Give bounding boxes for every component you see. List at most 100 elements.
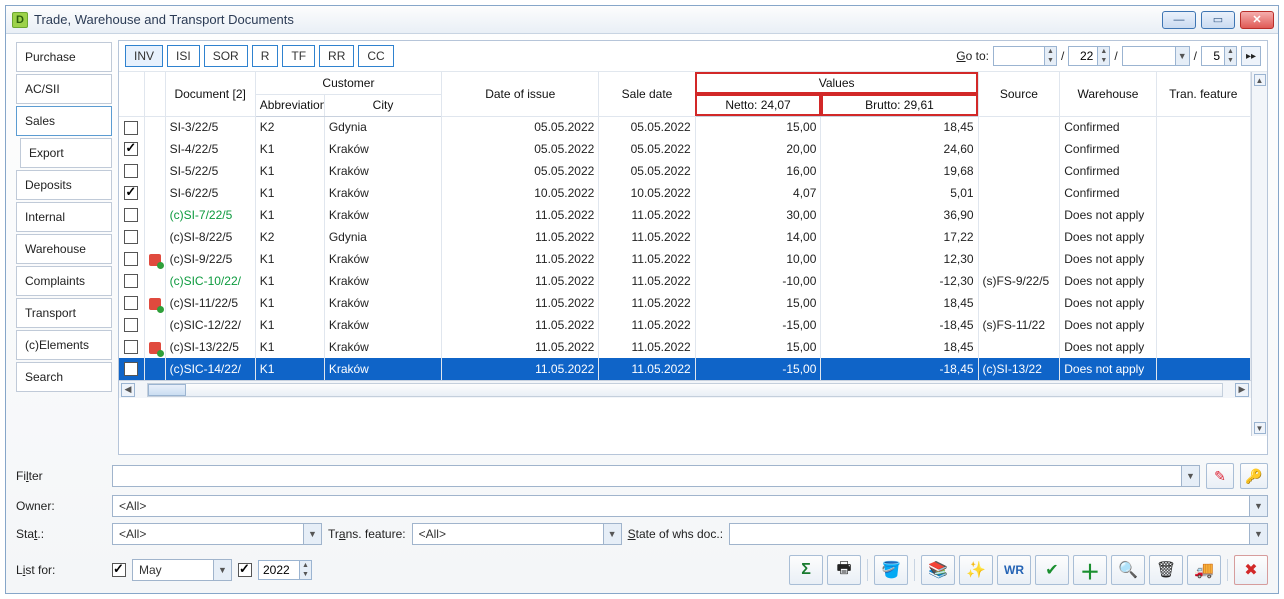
owner-combo[interactable]: <All> ▼ — [112, 495, 1268, 517]
spin-up-icon[interactable]: ▲ — [1044, 47, 1056, 56]
row-checkbox[interactable] — [124, 340, 138, 354]
tab-sales[interactable]: Sales — [16, 106, 112, 136]
filter-key-button[interactable]: 🔑 — [1240, 463, 1268, 489]
cancel-button[interactable]: ✖ — [1234, 555, 1268, 585]
stat-value[interactable]: <All> — [113, 527, 303, 541]
doctab-inv[interactable]: INV — [125, 45, 163, 67]
goto-jump-button[interactable]: ▸▸ — [1241, 46, 1261, 66]
goto-input-4[interactable] — [1202, 47, 1224, 65]
col-tranfeature[interactable]: Tran. feature — [1156, 72, 1250, 116]
row-checkbox[interactable] — [124, 121, 138, 135]
col-document[interactable]: Document [2] — [165, 72, 255, 116]
table-row[interactable]: (c)SI-7/22/5K1Kraków11.05.202211.05.2022… — [119, 204, 1251, 226]
spin-down-icon[interactable]: ▼ — [1044, 56, 1056, 65]
scroll-down-icon[interactable]: ▼ — [1254, 422, 1266, 434]
trans-value[interactable]: <All> — [413, 527, 603, 541]
col-city[interactable]: City — [324, 94, 441, 116]
col-netto[interactable]: Netto: 24,07 — [695, 94, 821, 116]
goto-input-1[interactable] — [994, 47, 1044, 65]
table-row[interactable]: (c)SIC-14/22/K1Kraków11.05.202211.05.202… — [119, 358, 1251, 380]
doctab-tf[interactable]: TF — [282, 45, 315, 67]
state-combo[interactable]: ▼ — [729, 523, 1268, 545]
row-checkbox[interactable] — [124, 362, 138, 376]
spin-down-icon[interactable]: ▼ — [1224, 56, 1236, 65]
filter-edit-button[interactable]: ✎ — [1206, 463, 1234, 489]
owner-value[interactable]: <All> — [113, 499, 1249, 513]
doctab-rr[interactable]: RR — [319, 45, 354, 67]
row-checkbox[interactable] — [124, 142, 138, 156]
stat-combo[interactable]: <All> ▼ — [112, 523, 322, 545]
scroll-thumb[interactable] — [148, 384, 186, 396]
year-input[interactable] — [259, 561, 299, 579]
wand-button[interactable]: ✨ — [959, 555, 993, 585]
goto-spin-1[interactable]: ▲▼ — [993, 46, 1057, 66]
chevron-down-icon[interactable]: ▼ — [1181, 466, 1199, 486]
horizontal-scrollbar[interactable]: ◀ ▶ — [119, 380, 1251, 398]
col-values[interactable]: Values — [695, 72, 978, 94]
document-grid[interactable]: Document [2] Customer Date of issue Sale… — [119, 72, 1267, 454]
year-spin[interactable]: ▲▼ — [258, 560, 312, 580]
tab-warehouse[interactable]: Warehouse — [16, 234, 112, 264]
search-button[interactable]: 🔍 — [1111, 555, 1145, 585]
spin-up-icon[interactable]: ▲ — [1224, 47, 1236, 56]
minimize-button[interactable]: — — [1162, 11, 1196, 29]
col-dateissue[interactable]: Date of issue — [442, 72, 599, 116]
row-checkbox[interactable] — [124, 164, 138, 178]
tab-acsii[interactable]: AC/SII — [16, 74, 112, 104]
goto-combo-input[interactable] — [1123, 47, 1175, 65]
spin-up-icon[interactable]: ▲ — [299, 561, 311, 570]
close-window-button[interactable]: ✕ — [1240, 11, 1274, 29]
row-checkbox[interactable] — [124, 208, 138, 222]
doctab-isi[interactable]: ISI — [167, 45, 200, 67]
scroll-right-icon[interactable]: ▶ — [1235, 383, 1249, 397]
table-row[interactable]: (c)SI-11/22/5K1Kraków11.05.202211.05.202… — [119, 292, 1251, 314]
table-row[interactable]: (c)SIC-12/22/K1Kraków11.05.202211.05.202… — [119, 314, 1251, 336]
doctab-cc[interactable]: CC — [358, 45, 393, 67]
sum-button[interactable]: Σ — [789, 555, 823, 585]
tab-complaints[interactable]: Complaints — [16, 266, 112, 296]
col-customer[interactable]: Customer — [255, 72, 441, 94]
goto-combo[interactable]: ▼ — [1122, 46, 1190, 66]
table-row[interactable]: (c)SIC-10/22/K1Kraków11.05.202211.05.202… — [119, 270, 1251, 292]
spin-up-icon[interactable]: ▲ — [1097, 47, 1109, 56]
doctab-r[interactable]: R — [252, 45, 279, 67]
table-row[interactable]: SI-5/22/5K1Kraków05.05.202205.05.202216,… — [119, 160, 1251, 182]
chevron-down-icon[interactable]: ▼ — [1175, 47, 1189, 65]
row-checkbox[interactable] — [124, 274, 138, 288]
table-row[interactable]: (c)SI-9/22/5K1Kraków11.05.202211.05.2022… — [119, 248, 1251, 270]
table-row[interactable]: (c)SI-8/22/5K2Gdynia11.05.202211.05.2022… — [119, 226, 1251, 248]
col-brutto[interactable]: Brutto: 29,61 — [821, 94, 978, 116]
trash-button[interactable]: 🗑 — [1149, 555, 1183, 585]
scroll-up-icon[interactable]: ▲ — [1254, 74, 1266, 86]
scroll-left-icon[interactable]: ◀ — [121, 383, 135, 397]
spin-down-icon[interactable]: ▼ — [1097, 56, 1109, 65]
tab-internal[interactable]: Internal — [16, 202, 112, 232]
chevron-down-icon[interactable]: ▼ — [303, 524, 321, 544]
check-button[interactable]: ✔ — [1035, 555, 1069, 585]
add-button[interactable]: ＋ — [1073, 555, 1107, 585]
year-checkbox[interactable] — [238, 563, 252, 577]
trans-combo[interactable]: <All> ▼ — [412, 523, 622, 545]
col-source[interactable]: Source — [978, 72, 1060, 116]
table-row[interactable]: (c)SI-13/22/5K1Kraków11.05.202211.05.202… — [119, 336, 1251, 358]
row-checkbox[interactable] — [124, 296, 138, 310]
chevron-down-icon[interactable]: ▼ — [603, 524, 621, 544]
tab-transport[interactable]: Transport — [16, 298, 112, 328]
tab-search[interactable]: Search — [16, 362, 112, 392]
bucket-button[interactable]: 🪣 — [874, 555, 908, 585]
row-checkbox[interactable] — [124, 318, 138, 332]
vertical-scrollbar[interactable]: ▲ ▼ — [1251, 72, 1267, 436]
row-checkbox[interactable] — [124, 252, 138, 266]
month-combo[interactable]: May ▼ — [132, 559, 232, 581]
col-abbr[interactable]: Abbreviation — [255, 94, 324, 116]
col-saledate[interactable]: Sale date — [599, 72, 695, 116]
truck-button[interactable]: 🚚 — [1187, 555, 1221, 585]
row-checkbox[interactable] — [124, 186, 138, 200]
chevron-down-icon[interactable]: ▼ — [1249, 496, 1267, 516]
filter-combo[interactable]: ▼ — [112, 465, 1200, 487]
goto-spin-4[interactable]: ▲▼ — [1201, 46, 1237, 66]
chevron-down-icon[interactable]: ▼ — [1249, 524, 1267, 544]
tab-purchase[interactable]: Purchase — [16, 42, 112, 72]
wr-button[interactable]: WR — [997, 555, 1031, 585]
tab-deposits[interactable]: Deposits — [16, 170, 112, 200]
